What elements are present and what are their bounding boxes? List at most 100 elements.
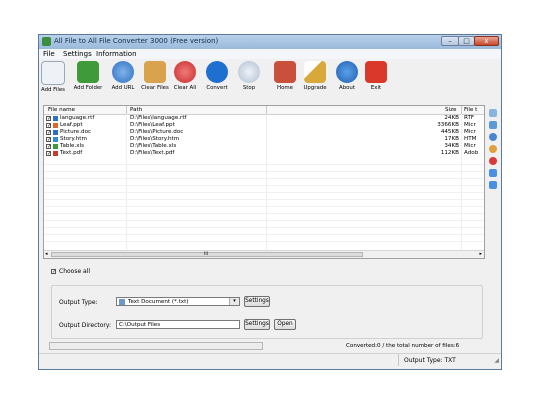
grid-line xyxy=(44,241,484,242)
cell-file-type: HTM xyxy=(464,136,477,142)
cell-path: D:\Files\Leaf.ppt xyxy=(130,122,175,128)
column-separator[interactable] xyxy=(266,106,267,114)
list-view-icon[interactable] xyxy=(489,109,497,117)
row-checkbox[interactable]: ✓ xyxy=(46,130,51,136)
properties-icon[interactable] xyxy=(489,121,497,129)
add-files-button[interactable]: Add Files xyxy=(41,61,65,93)
row-checkbox[interactable]: ✓ xyxy=(46,137,51,143)
scrollbar-thumb[interactable]: III xyxy=(51,252,363,257)
row-checkbox[interactable]: ✓ xyxy=(46,123,51,129)
resize-grip-icon[interactable]: ◢ xyxy=(494,357,499,364)
minimize-button[interactable]: – xyxy=(441,36,459,46)
row-checkbox[interactable]: ✓ xyxy=(46,116,51,122)
output-directory-input[interactable]: C:\Output Files xyxy=(116,320,240,329)
about-button[interactable]: About xyxy=(336,61,358,91)
upgrade-button[interactable]: Upgrade xyxy=(302,61,328,91)
htm-file-icon xyxy=(53,137,58,142)
output-type-label: Output Type: xyxy=(59,299,98,306)
choose-all-checkbox[interactable]: ✓ xyxy=(51,269,56,275)
cell-size: 112KB xyxy=(440,150,459,156)
side-toolbar xyxy=(487,109,499,193)
add-folder-button[interactable]: Add Folder xyxy=(73,61,103,91)
move-up-icon[interactable] xyxy=(489,169,497,177)
column-file-type[interactable]: File t xyxy=(464,107,477,113)
scroll-right-arrow-icon[interactable]: ▸ xyxy=(479,251,482,257)
table-row[interactable]: ✓ Story.htm D:\Files\Story.htm 17KB HTM xyxy=(44,136,484,143)
cell-size: 3366KB xyxy=(437,122,459,128)
exit-power-icon xyxy=(365,61,387,83)
output-directory-label: Output Directory: xyxy=(59,322,111,329)
app-icon xyxy=(42,37,51,46)
cell-file-name: language.rtf xyxy=(60,115,95,121)
status-bar: Output Type: TXT ◢ xyxy=(39,353,501,366)
column-size[interactable]: Size xyxy=(445,107,456,113)
xls-file-icon xyxy=(53,144,58,149)
window-title: All File to All File Converter 3000 (Fre… xyxy=(54,37,219,45)
settings-icon[interactable] xyxy=(489,145,497,153)
close-button[interactable]: x xyxy=(474,36,499,46)
grid-line xyxy=(44,178,484,179)
cell-size: 17KB xyxy=(444,136,459,142)
choose-all-label: Choose all xyxy=(59,268,91,275)
cell-file-type: RTF xyxy=(464,115,475,121)
row-checkbox[interactable]: ✓ xyxy=(46,151,51,157)
file-list[interactable]: File name Path Size File t ✓ language.rt… xyxy=(43,105,485,259)
cell-size: 24KB xyxy=(444,115,459,121)
menu-settings[interactable]: Settings xyxy=(63,50,92,58)
stop-button[interactable]: Stop xyxy=(238,61,260,91)
output-type-value: Text Document (*.txt) xyxy=(128,299,189,305)
clear-all-button[interactable]: Clear All xyxy=(173,61,197,91)
output-type-settings-button[interactable]: Settings xyxy=(244,296,270,307)
menu-bar: File Settings Information xyxy=(39,49,501,59)
cell-file-type: Micr xyxy=(464,129,476,135)
table-row[interactable]: ✓ Text.pdf D:\Files\Text.pdf 112KB Adob xyxy=(44,150,484,157)
rtf-file-icon xyxy=(53,116,58,121)
maximize-button[interactable]: □ xyxy=(458,36,475,46)
refresh-icon[interactable] xyxy=(489,133,497,141)
column-separator[interactable] xyxy=(126,106,127,114)
table-row[interactable]: ✓ Picture.doc D:\Files\Picture.doc 445KB… xyxy=(44,129,484,136)
horizontal-scrollbar[interactable]: ◂ III ▸ xyxy=(44,250,484,258)
dropdown-arrow-icon[interactable]: ▾ xyxy=(229,298,239,305)
home-button[interactable]: Home xyxy=(274,61,296,91)
about-info-icon xyxy=(336,61,358,83)
move-down-icon[interactable] xyxy=(489,181,497,189)
converted-count: Converted:0 / the total number of files:… xyxy=(346,343,460,349)
cell-file-type: Micr xyxy=(464,122,476,128)
remove-icon[interactable] xyxy=(489,157,497,165)
column-path[interactable]: Path xyxy=(130,107,142,113)
table-row[interactable]: ✓ Table.xls D:\Files\Table.xls 34KB Micr xyxy=(44,143,484,150)
menu-file[interactable]: File xyxy=(43,50,55,58)
cell-file-name: Leaf.ppt xyxy=(60,122,83,128)
choose-all[interactable]: ✓ Choose all xyxy=(51,268,90,275)
table-row[interactable]: ✓ Leaf.ppt D:\Files\Leaf.ppt 3366KB Micr xyxy=(44,122,484,129)
progress-row: Converted:0 / the total number of files:… xyxy=(39,341,501,351)
table-row[interactable]: ✓ language.rtf D:\Files\language.rtf 24K… xyxy=(44,115,484,122)
clear-all-icon xyxy=(174,61,196,83)
column-file-name[interactable]: File name xyxy=(48,107,75,113)
cell-file-type: Micr xyxy=(464,143,476,149)
output-type-select[interactable]: Text Document (*.txt) ▾ xyxy=(116,297,240,306)
file-list-header: File name Path Size File t xyxy=(44,106,484,115)
open-directory-button[interactable]: Open xyxy=(274,319,296,330)
column-separator[interactable] xyxy=(461,106,462,114)
exit-button[interactable]: Exit xyxy=(365,61,387,91)
text-document-icon xyxy=(119,299,125,305)
ppt-file-icon xyxy=(53,123,58,128)
grid-line xyxy=(44,185,484,186)
title-bar[interactable]: All File to All File Converter 3000 (Fre… xyxy=(39,35,501,49)
upgrade-wand-icon xyxy=(304,61,326,83)
clear-files-button[interactable]: Clear Files xyxy=(141,61,169,91)
convert-icon xyxy=(206,61,228,83)
add-url-button[interactable]: Add URL xyxy=(110,61,136,91)
scroll-left-arrow-icon[interactable]: ◂ xyxy=(45,251,48,257)
row-checkbox[interactable]: ✓ xyxy=(46,144,51,150)
cell-file-name: Story.htm xyxy=(60,136,87,142)
add-folder-icon xyxy=(77,61,99,83)
add-files-icon xyxy=(41,61,65,85)
output-directory-settings-button[interactable]: Settings xyxy=(244,319,270,330)
grid-line xyxy=(44,234,484,235)
convert-button[interactable]: Convert xyxy=(205,61,229,91)
grid-line xyxy=(44,220,484,221)
menu-information[interactable]: Information xyxy=(96,50,137,58)
